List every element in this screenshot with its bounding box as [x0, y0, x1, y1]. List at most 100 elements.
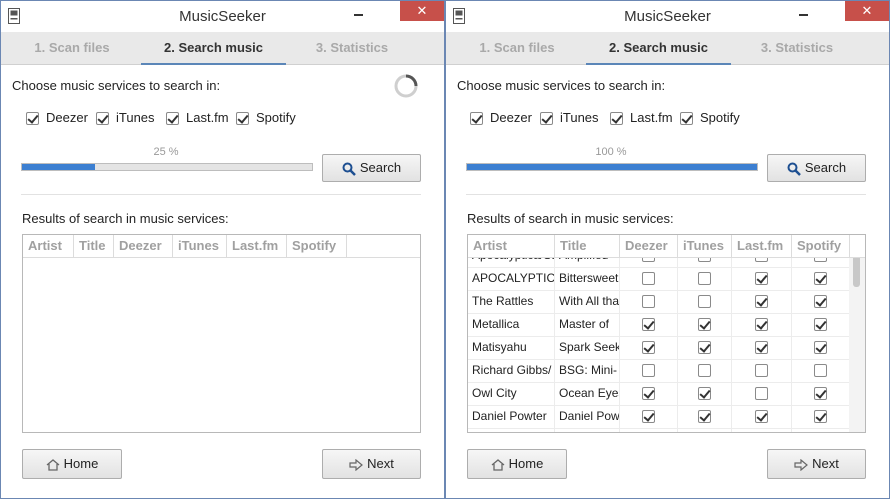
- cell-itunes: [678, 267, 732, 290]
- checkbox-deezer[interactable]: [642, 364, 655, 377]
- home-button[interactable]: Home: [467, 449, 567, 479]
- results-table[interactable]: Artist Title Deezer iTunes Last.fm Spoti…: [467, 234, 866, 433]
- tab-statistics[interactable]: 3. Statistics: [291, 32, 413, 64]
- cell-artist: Metallica: [468, 313, 555, 336]
- checkbox-spotify-label: Spotify: [256, 110, 296, 125]
- checkbox-deezer[interactable]: [642, 341, 655, 354]
- checkbox-itunes[interactable]: [698, 364, 711, 377]
- col-spotify[interactable]: Spotify: [792, 235, 850, 257]
- col-spotify[interactable]: Spotify: [287, 235, 347, 257]
- close-button[interactable]: ✕: [400, 1, 444, 21]
- cell-deezer: [620, 313, 678, 336]
- checkbox-deezer[interactable]: [26, 112, 39, 125]
- col-lastfm[interactable]: Last.fm: [732, 235, 792, 257]
- checkbox-spotify[interactable]: [680, 112, 693, 125]
- cell-title: Bittersweet: [555, 267, 620, 290]
- vertical-scrollbar[interactable]: [849, 235, 865, 432]
- checkbox-itunes[interactable]: [698, 410, 711, 423]
- checkbox-itunes[interactable]: [96, 112, 109, 125]
- home-button[interactable]: Home: [22, 449, 122, 479]
- checkbox-lastfm[interactable]: [755, 295, 768, 308]
- checkbox-itunes[interactable]: [698, 272, 711, 285]
- checkbox-deezer[interactable]: [642, 272, 655, 285]
- tab-search-music[interactable]: 2. Search music: [141, 32, 286, 65]
- tab-bar: 1. Scan files 2. Search music 3. Statist…: [446, 32, 889, 65]
- cell-spotify: [792, 336, 850, 359]
- checkbox-lastfm[interactable]: [166, 112, 179, 125]
- checkbox-deezer[interactable]: [642, 410, 655, 423]
- title-bar: MusicSeeker ✕: [1, 1, 444, 31]
- checkbox-deezer[interactable]: [642, 295, 655, 308]
- checkbox-itunes[interactable]: [698, 341, 711, 354]
- checkbox-lastfm[interactable]: [755, 410, 768, 423]
- col-title[interactable]: Title: [555, 235, 620, 257]
- checkbox-deezer[interactable]: [642, 318, 655, 331]
- col-itunes[interactable]: iTunes: [173, 235, 227, 257]
- progress-text: 100 %: [595, 146, 627, 158]
- checkbox-lastfm[interactable]: [610, 112, 623, 125]
- tab-search-music[interactable]: 2. Search music: [586, 32, 731, 65]
- checkbox-spotify[interactable]: [814, 341, 827, 354]
- checkbox-lastfm[interactable]: [755, 364, 768, 377]
- checkbox-itunes[interactable]: [698, 318, 711, 331]
- checkbox-spotify[interactable]: [814, 318, 827, 331]
- results-table[interactable]: Artist Title Deezer iTunes Last.fm Spoti…: [22, 234, 421, 433]
- tab-statistics[interactable]: 3. Statistics: [736, 32, 858, 64]
- checkbox-lastfm[interactable]: [755, 341, 768, 354]
- table-row[interactable]: Daniel PowterDaniel Powter: [468, 405, 865, 429]
- col-itunes[interactable]: iTunes: [678, 235, 732, 257]
- checkbox-itunes[interactable]: [540, 112, 553, 125]
- col-deezer[interactable]: Deezer: [114, 235, 173, 257]
- col-deezer[interactable]: Deezer: [620, 235, 678, 257]
- minimize-button[interactable]: [795, 5, 811, 19]
- table-row[interactable]: The Rattles With All that: [468, 290, 865, 314]
- table-row[interactable]: [468, 428, 865, 432]
- window-title: MusicSeeker: [624, 8, 711, 25]
- table-row[interactable]: MatisyahuSpark Seeker: [468, 336, 865, 360]
- cell-artist: Richard Gibbs/: [468, 359, 555, 382]
- col-artist[interactable]: Artist: [23, 235, 74, 257]
- search-button[interactable]: Search: [322, 154, 421, 182]
- table-row[interactable]: APOCALYPTICA Bittersweet: [468, 267, 865, 291]
- checkbox-deezer[interactable]: [470, 112, 483, 125]
- cell-lastfm: [732, 428, 792, 432]
- divider: [466, 194, 866, 195]
- arrow-right-icon: [349, 458, 364, 471]
- checkbox-itunes[interactable]: [698, 387, 711, 400]
- checkbox-deezer[interactable]: [642, 387, 655, 400]
- checkbox-lastfm[interactable]: [755, 272, 768, 285]
- cell-lastfm: [732, 405, 792, 428]
- checkbox-lastfm-label: Last.fm: [630, 110, 673, 125]
- checkbox-spotify[interactable]: [236, 112, 249, 125]
- divider: [21, 194, 421, 195]
- table-row[interactable]: Owl City Ocean Eyes: [468, 382, 865, 406]
- close-button[interactable]: ✕: [845, 1, 889, 21]
- col-lastfm[interactable]: Last.fm: [227, 235, 287, 257]
- scrollbar-thumb[interactable]: [853, 255, 860, 287]
- checkbox-lastfm[interactable]: [755, 387, 768, 400]
- checkbox-spotify[interactable]: [814, 387, 827, 400]
- tab-scan-files[interactable]: 1. Scan files: [456, 32, 578, 64]
- col-artist[interactable]: Artist: [468, 235, 555, 257]
- checkbox-spotify[interactable]: [814, 364, 827, 377]
- checkbox-itunes[interactable]: [698, 295, 711, 308]
- next-button-label: Next: [367, 456, 394, 471]
- checkbox-spotify[interactable]: [814, 272, 827, 285]
- cell-itunes: [678, 359, 732, 382]
- table-row[interactable]: Richard Gibbs/BSG: Mini-: [468, 359, 865, 383]
- checkbox-spotify[interactable]: [814, 410, 827, 423]
- next-button[interactable]: Next: [322, 449, 421, 479]
- next-button[interactable]: Next: [767, 449, 866, 479]
- checkbox-lastfm[interactable]: [755, 318, 768, 331]
- tab-scan-files[interactable]: 1. Scan files: [11, 32, 133, 64]
- minimize-button[interactable]: [350, 5, 366, 19]
- cell-spotify: [792, 405, 850, 428]
- cell-title: Daniel Powter: [555, 405, 620, 428]
- col-title[interactable]: Title: [74, 235, 114, 257]
- cell-artist: Owl City: [468, 382, 555, 405]
- services-label: Choose music services to search in:: [12, 78, 221, 93]
- search-button[interactable]: Search: [767, 154, 866, 182]
- checkbox-spotify[interactable]: [814, 295, 827, 308]
- table-row[interactable]: Metallica Master of: [468, 313, 865, 337]
- results-label: Results of search in music services:: [22, 211, 229, 226]
